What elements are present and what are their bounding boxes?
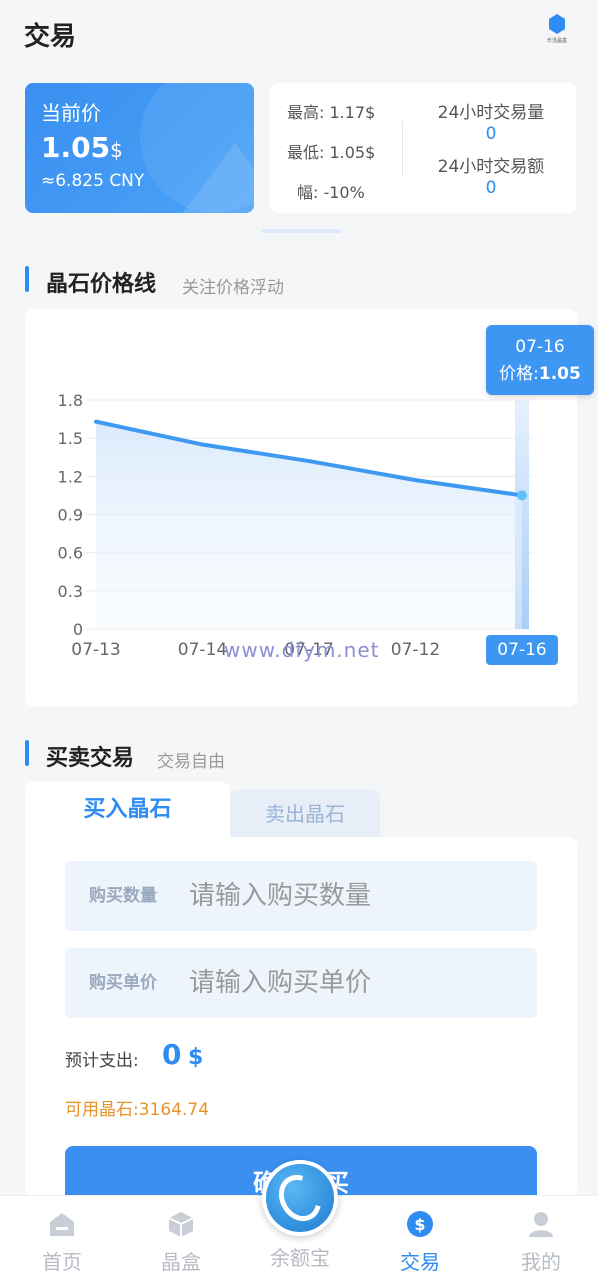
tooltip-price: 价格:1.05 bbox=[499, 364, 581, 384]
price-section-title: 晶石价格线 bbox=[46, 272, 157, 297]
tab-trade-label: 交易 bbox=[400, 1250, 440, 1273]
y-tick-label: 0.9 bbox=[58, 506, 83, 525]
tab-trade[interactable]: $ 交易 bbox=[370, 1196, 470, 1273]
app-logo: 乐活晶盒 bbox=[540, 14, 574, 50]
x-tick-label: 07-12 bbox=[391, 640, 440, 660]
low-price: 最低: 1.05$ bbox=[287, 143, 376, 162]
y-tick-label: 1.5 bbox=[58, 429, 83, 448]
stats-divider bbox=[402, 121, 403, 177]
unit-price-input[interactable] bbox=[189, 962, 509, 1004]
swirl-icon bbox=[270, 1167, 330, 1229]
estimate-label: 预计支出: bbox=[65, 1051, 139, 1071]
data-point bbox=[517, 490, 527, 501]
unit-price-field: 购买单价 bbox=[65, 948, 537, 1018]
logo-icon bbox=[549, 14, 565, 34]
volume-value: 0 bbox=[485, 124, 497, 144]
page-title: 交易 bbox=[24, 22, 77, 52]
dollar-icon: $ bbox=[407, 1211, 433, 1237]
price-section-subtitle: 关注价格浮动 bbox=[182, 278, 284, 298]
estimate-value: 0 bbox=[162, 1038, 182, 1071]
y-tick-label: 1.2 bbox=[58, 467, 83, 486]
x-tick-label: 07-13 bbox=[71, 640, 120, 660]
tab-home-label: 首页 bbox=[42, 1250, 82, 1273]
y-tick-label: 1.8 bbox=[58, 391, 83, 410]
watermark-text: www.dfym.net bbox=[224, 638, 380, 662]
quantity-field: 购买数量 bbox=[65, 861, 537, 931]
high-price: 最高: 1.17$ bbox=[287, 103, 376, 122]
quantity-input[interactable] bbox=[189, 875, 509, 917]
y-tick-label: 0.3 bbox=[58, 582, 83, 601]
y-tick-label: 0.6 bbox=[58, 544, 83, 563]
home-icon bbox=[50, 1213, 74, 1236]
trade-section-subtitle: 交易自由 bbox=[157, 752, 225, 772]
current-price-label: 当前价 bbox=[41, 101, 101, 125]
current-price-cny: ≈6.825 CNY bbox=[41, 171, 145, 191]
area-fill bbox=[96, 421, 522, 629]
amount-value: 0 bbox=[485, 178, 497, 198]
amount-label: 24小时交易额 bbox=[437, 157, 545, 177]
tooltip-date: 07-16 bbox=[515, 337, 565, 357]
yuebao-center-button[interactable] bbox=[262, 1160, 338, 1236]
buy-form: 购买数量 购买单价 bbox=[25, 837, 577, 1197]
unit-price-label: 购买单价 bbox=[89, 973, 157, 993]
x-tick-label: 07-16 bbox=[497, 640, 546, 660]
top-bar: 交易 乐活晶盒 bbox=[0, 0, 598, 70]
chart-tooltip: 07-16 价格:1.05 bbox=[486, 325, 594, 395]
tab-home[interactable]: 首页 bbox=[12, 1196, 112, 1273]
y-tick-label: 0 bbox=[73, 620, 83, 639]
trade-tabs: 买入晶石 卖出晶石 bbox=[25, 782, 577, 838]
x-tick-label: 07-14 bbox=[178, 640, 227, 660]
tab-buy[interactable]: 买入晶石 bbox=[25, 782, 230, 838]
current-price-card: 当前价 1.05$ ≈6.825 CNY bbox=[25, 83, 254, 213]
tab-box[interactable]: 晶盒 bbox=[131, 1196, 231, 1273]
logo-text: 乐活晶盒 bbox=[546, 38, 567, 44]
price-change: 幅: -10% bbox=[297, 183, 365, 202]
tab-box-label: 晶盒 bbox=[161, 1250, 201, 1273]
page-indicator bbox=[261, 229, 341, 233]
section-accent-bar bbox=[25, 740, 29, 766]
tab-sell[interactable]: 卖出晶石 bbox=[230, 790, 380, 838]
trade-section-title: 买卖交易 bbox=[46, 746, 135, 771]
user-icon bbox=[529, 1212, 553, 1237]
volume-label: 24小时交易量 bbox=[437, 103, 545, 123]
quantity-label: 购买数量 bbox=[89, 886, 157, 906]
box-icon bbox=[168, 1212, 194, 1237]
estimate-unit: $ bbox=[188, 1045, 204, 1070]
tab-mine-label: 我的 bbox=[521, 1250, 561, 1273]
available-balance: 可用晶石:3164.74 bbox=[65, 1100, 210, 1120]
tab-mine[interactable]: 我的 bbox=[491, 1196, 591, 1273]
svg-text:$: $ bbox=[414, 1215, 425, 1234]
market-stats-card: 最高: 1.17$ 最低: 1.05$ 幅: -10% 24小时交易量 0 24… bbox=[270, 83, 576, 213]
current-price-value: 1.05$ bbox=[41, 131, 123, 164]
section-accent-bar bbox=[25, 266, 29, 292]
tab-yuebao-label: 余额宝 bbox=[270, 1246, 330, 1270]
